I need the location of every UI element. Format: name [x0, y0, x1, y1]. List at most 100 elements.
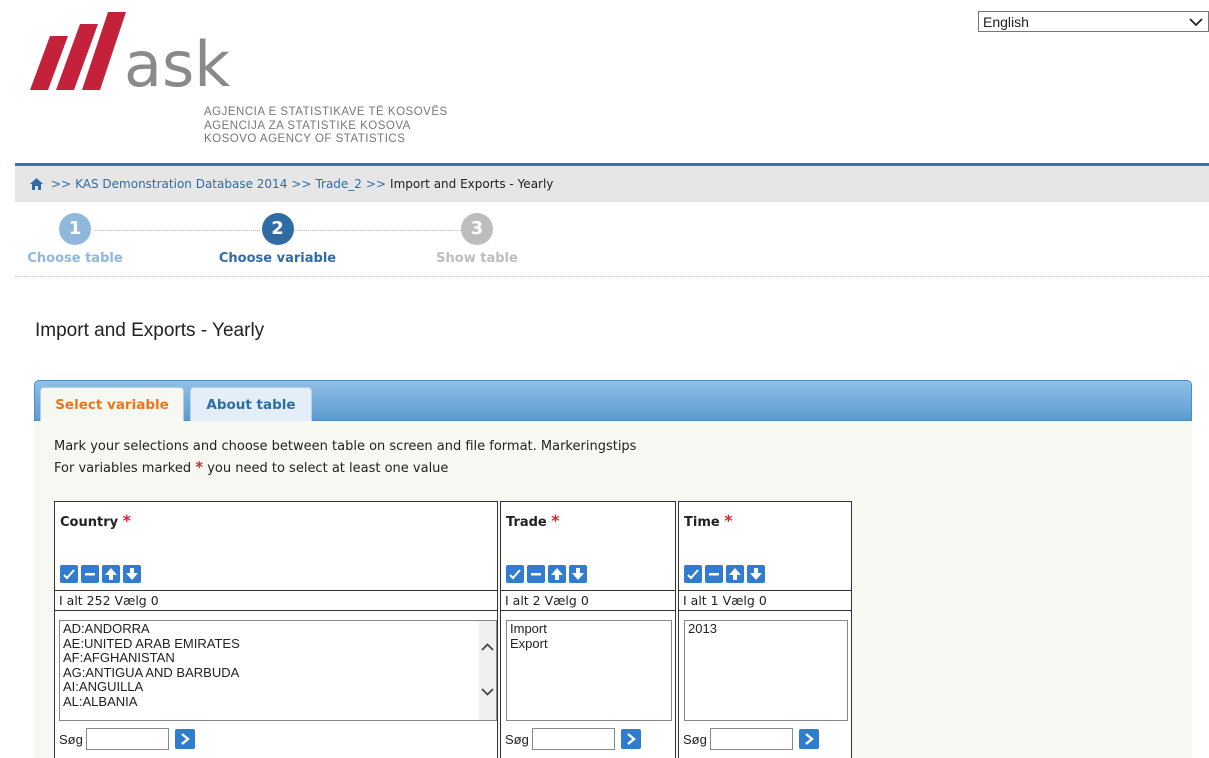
- step-choose-variable: 2 Choose variable: [210, 213, 345, 266]
- breadcrumb-separator: >>: [51, 177, 72, 191]
- required-star-icon: *: [195, 458, 204, 476]
- list-item[interactable]: Import: [510, 621, 668, 637]
- instructions-line-2-post: you need to select at least one value: [207, 461, 449, 476]
- required-star-icon: *: [122, 511, 131, 530]
- chevron-down-icon: [1189, 17, 1203, 26]
- variable-count-text: I alt 2 Vælg: [505, 593, 577, 608]
- values-listbox[interactable]: 2013: [684, 620, 848, 721]
- variable-count: I alt 2 Vælg 0: [501, 591, 675, 611]
- list-item[interactable]: AL:ALBANIA: [63, 694, 493, 710]
- instructions-line-2-pre: For variables marked: [54, 461, 192, 476]
- step-number: 3: [461, 213, 493, 245]
- select-all-icon: [509, 569, 521, 580]
- search-go-icon: [627, 733, 636, 745]
- search-input[interactable]: [85, 728, 169, 750]
- step-label: Choose variable: [218, 251, 337, 266]
- sort-descending-button[interactable]: [747, 565, 765, 583]
- breadcrumb-database[interactable]: KAS Demonstration Database 2014: [75, 177, 287, 191]
- agency-names: AGJENCIA E STATISTIKAVE TË KOSOVËS AGENC…: [204, 106, 448, 147]
- select-all-button[interactable]: [506, 565, 524, 583]
- deselect-all-icon: [85, 573, 95, 576]
- required-star-icon: *: [724, 511, 733, 530]
- search-input[interactable]: [709, 728, 793, 750]
- wizard-steps: 1 Choose table 2 Choose variable 3 Show …: [15, 203, 1209, 277]
- variable-count-text: I alt 252 Vælg: [59, 593, 147, 608]
- search-input[interactable]: [531, 728, 615, 750]
- variable-tools: [506, 565, 587, 583]
- sort-ascending-button[interactable]: [548, 565, 566, 583]
- list-item[interactable]: AD:ANDORRA: [63, 621, 493, 637]
- sort-ascending-icon: [729, 568, 741, 580]
- search-go-button[interactable]: [174, 729, 195, 749]
- select-all-button[interactable]: [684, 565, 702, 583]
- variable-count: I alt 1 Vælg 0: [679, 591, 851, 611]
- variable-name-text: Time: [684, 515, 720, 530]
- sort-ascending-button[interactable]: [102, 565, 120, 583]
- breadcrumb-trade[interactable]: Trade_2: [315, 177, 362, 191]
- search-row: Søg: [505, 728, 641, 750]
- agency-name-sq: AGJENCIA E STATISTIKAVE TË KOSOVËS: [204, 106, 448, 118]
- select-all-icon: [687, 569, 699, 580]
- search-row: Søg: [683, 728, 819, 750]
- search-label: Søg: [59, 731, 83, 747]
- home-icon[interactable]: [30, 178, 43, 190]
- breadcrumb: >> KAS Demonstration Database 2014 >> Tr…: [15, 166, 1209, 202]
- sort-descending-icon: [750, 568, 762, 580]
- variable-box-country: Country * I alt 252 Vælg 0 AD:ANDORRA AE…: [54, 501, 498, 758]
- tab-about-table[interactable]: About table: [190, 387, 312, 422]
- list-item[interactable]: Export: [510, 636, 668, 652]
- deselect-all-button[interactable]: [81, 565, 99, 583]
- scroll-up-icon[interactable]: [481, 641, 494, 654]
- search-go-icon: [805, 733, 814, 745]
- kas-logo[interactable]: ask: [18, 10, 258, 101]
- search-go-button[interactable]: [798, 729, 819, 749]
- variable-box-time: Time * I alt 1 Vælg 0 2013 Søg: [678, 501, 852, 758]
- variable-name-text: Country: [60, 515, 119, 530]
- listbox-scrollbar[interactable]: [479, 621, 496, 720]
- variable-header: Time *: [679, 502, 851, 591]
- variable-box-trade: Trade * I alt 2 Vælg 0 Import Export Søg: [500, 501, 676, 758]
- variable-tools: [684, 565, 765, 583]
- sort-ascending-icon: [105, 568, 117, 580]
- scroll-down-icon[interactable]: [481, 685, 494, 698]
- breadcrumb-separator: >>: [291, 177, 312, 191]
- search-label: Søg: [505, 731, 529, 747]
- search-go-icon: [181, 733, 190, 745]
- step-number: 2: [261, 213, 294, 245]
- tab-bar: Select variable About table: [34, 380, 1192, 422]
- select-all-button[interactable]: [60, 565, 78, 583]
- search-go-button[interactable]: [620, 729, 641, 749]
- variable-name: Time *: [684, 511, 733, 530]
- sort-ascending-icon: [551, 568, 563, 580]
- variable-name: Trade *: [506, 511, 560, 530]
- deselect-all-icon: [709, 573, 719, 576]
- sort-descending-icon: [126, 568, 138, 580]
- list-item[interactable]: AE:UNITED ARAB EMIRATES: [63, 636, 493, 652]
- step-choose-table[interactable]: 1 Choose table: [25, 213, 125, 266]
- required-star-icon: *: [551, 511, 560, 530]
- agency-name-sr: AGENCIJA ZA STATISTIKE KOSOVA: [204, 119, 411, 132]
- list-item[interactable]: AI:ANGUILLA: [63, 679, 493, 695]
- values-listbox[interactable]: Import Export: [506, 620, 672, 721]
- variable-selected-count: 0: [150, 593, 159, 608]
- variable-header: Trade *: [501, 502, 675, 591]
- language-select-value: English: [983, 13, 1029, 30]
- list-item[interactable]: 2013: [688, 621, 844, 637]
- list-item[interactable]: AF:AFGHANISTAN: [63, 650, 493, 666]
- sort-descending-button[interactable]: [123, 565, 141, 583]
- search-label: Søg: [683, 731, 707, 747]
- search-row: Søg: [59, 728, 195, 750]
- kas-logo-mark: ask: [30, 12, 230, 101]
- sort-descending-button[interactable]: [569, 565, 587, 583]
- deselect-all-button[interactable]: [527, 565, 545, 583]
- instructions-line-1: Mark your selections and choose between …: [54, 439, 637, 454]
- language-select[interactable]: English: [978, 11, 1209, 32]
- step-label: Show table: [436, 251, 518, 266]
- list-item[interactable]: AG:ANTIGUA AND BARBUDA: [63, 665, 493, 681]
- deselect-all-icon: [531, 573, 541, 576]
- svg-text:ask: ask: [124, 28, 230, 100]
- sort-ascending-button[interactable]: [726, 565, 744, 583]
- tab-select-variable[interactable]: Select variable: [40, 387, 184, 422]
- deselect-all-button[interactable]: [705, 565, 723, 583]
- values-listbox[interactable]: AD:ANDORRA AE:UNITED ARAB EMIRATES AF:AF…: [59, 620, 497, 721]
